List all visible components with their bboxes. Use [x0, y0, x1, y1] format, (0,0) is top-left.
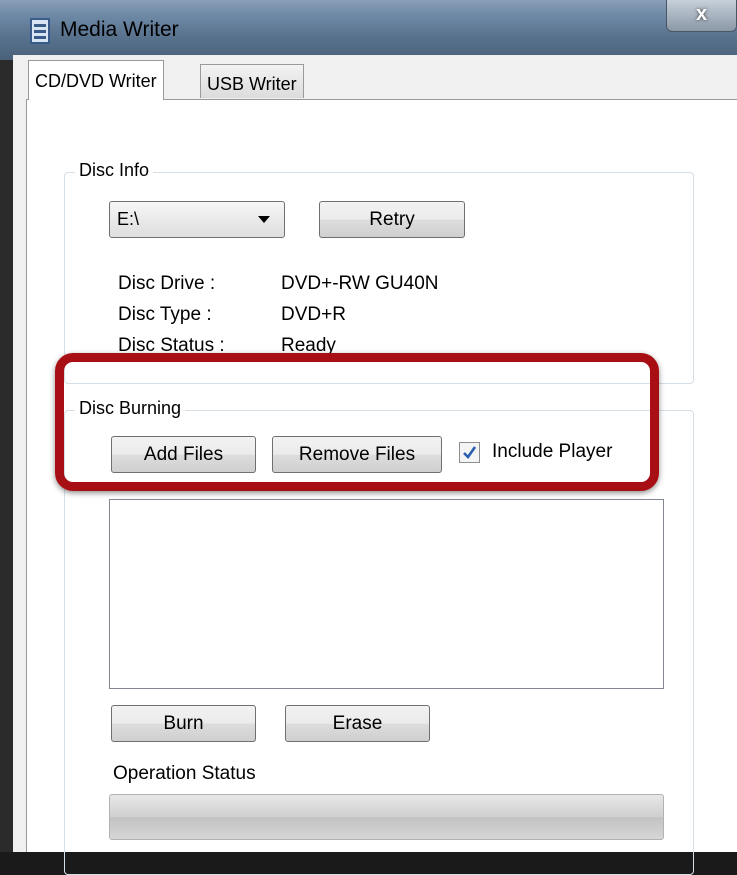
operation-progress-bar — [109, 794, 664, 840]
close-button[interactable]: x — [666, 0, 737, 32]
operation-status-label: Operation Status — [113, 763, 256, 784]
erase-button[interactable]: Erase — [285, 705, 430, 742]
drive-select-value: E:\ — [117, 209, 140, 229]
remove-files-button[interactable]: Remove Files — [272, 436, 442, 473]
add-files-button[interactable]: Add Files — [111, 436, 256, 473]
window-border — [0, 60, 13, 852]
app-icon — [30, 18, 50, 44]
window-client: CD/DVD Writer USB Writer Disc Info E:\ R… — [13, 55, 737, 875]
disc-drive-label: Disc Drive : — [118, 273, 216, 294]
window-title: Media Writer — [60, 18, 179, 41]
include-player-label[interactable]: Include Player — [492, 441, 612, 463]
tab-panel: Disc Info E:\ Retry Disc Drive : DVD+-RW… — [26, 99, 737, 875]
tab-usb-writer[interactable]: USB Writer — [200, 64, 304, 98]
burn-button[interactable]: Burn — [111, 705, 256, 742]
disc-info-legend: Disc Info — [75, 160, 154, 181]
include-player-checkbox[interactable] — [459, 442, 480, 463]
disc-type-label: Disc Type : — [118, 304, 212, 325]
disc-drive-value: DVD+-RW GU40N — [281, 273, 439, 294]
disc-burning-legend: Disc Burning — [75, 398, 186, 419]
disc-status-label: Disc Status : — [118, 335, 225, 356]
title-bar: Media Writer x — [0, 0, 737, 60]
file-list[interactable] — [109, 499, 664, 689]
disc-type-value: DVD+R — [281, 304, 346, 325]
disc-status-value: Ready — [281, 335, 336, 356]
retry-button[interactable]: Retry — [319, 201, 465, 238]
drive-select[interactable]: E:\ — [109, 201, 285, 238]
checkmark-icon — [463, 446, 477, 460]
tab-cd-dvd-writer[interactable]: CD/DVD Writer — [28, 60, 164, 100]
chevron-down-icon — [258, 216, 270, 223]
